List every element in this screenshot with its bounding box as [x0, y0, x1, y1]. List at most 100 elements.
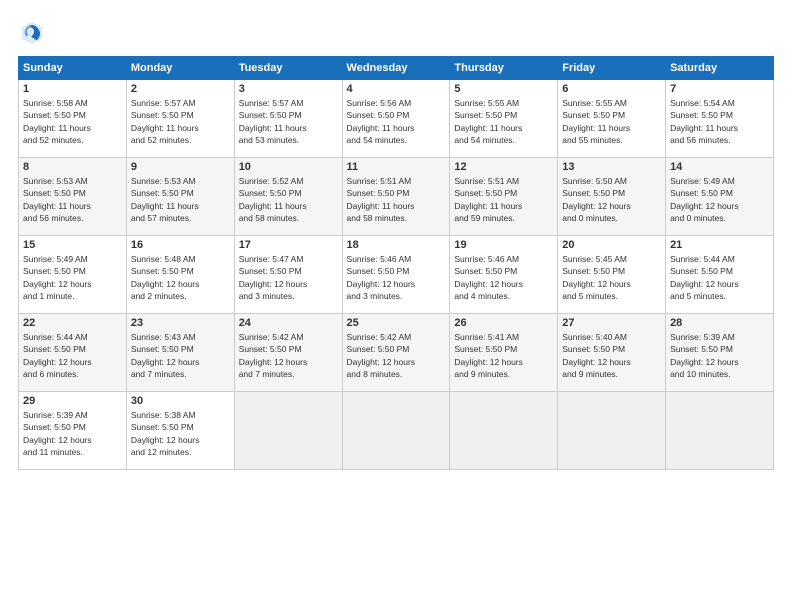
- cell-detail: Sunrise: 5:57 AM Sunset: 5:50 PM Dayligh…: [131, 97, 230, 146]
- cell-detail: Sunrise: 5:56 AM Sunset: 5:50 PM Dayligh…: [347, 97, 446, 146]
- cell-detail: Sunrise: 5:57 AM Sunset: 5:50 PM Dayligh…: [239, 97, 338, 146]
- col-header-wednesday: Wednesday: [342, 57, 450, 80]
- cell-detail: Sunrise: 5:39 AM Sunset: 5:50 PM Dayligh…: [670, 331, 769, 380]
- header: [18, 18, 774, 46]
- cell-detail: Sunrise: 5:49 AM Sunset: 5:50 PM Dayligh…: [23, 253, 122, 302]
- cell-detail: Sunrise: 5:42 AM Sunset: 5:50 PM Dayligh…: [347, 331, 446, 380]
- calendar-cell: 11 Sunrise: 5:51 AM Sunset: 5:50 PM Dayli…: [342, 158, 450, 236]
- calendar-cell: 12 Sunrise: 5:51 AM Sunset: 5:50 PM Dayli…: [450, 158, 558, 236]
- col-header-tuesday: Tuesday: [234, 57, 342, 80]
- header-row: SundayMondayTuesdayWednesdayThursdayFrid…: [19, 57, 774, 80]
- calendar-cell: 23 Sunrise: 5:43 AM Sunset: 5:50 PM Dayli…: [126, 314, 234, 392]
- calendar-cell: 20 Sunrise: 5:45 AM Sunset: 5:50 PM Dayli…: [558, 236, 666, 314]
- cell-detail: Sunrise: 5:42 AM Sunset: 5:50 PM Dayligh…: [239, 331, 338, 380]
- cell-detail: Sunrise: 5:44 AM Sunset: 5:50 PM Dayligh…: [23, 331, 122, 380]
- logo-icon: [18, 18, 46, 46]
- calendar-cell: [558, 392, 666, 470]
- day-number: 30: [131, 395, 230, 407]
- cell-detail: Sunrise: 5:46 AM Sunset: 5:50 PM Dayligh…: [347, 253, 446, 302]
- day-number: 19: [454, 239, 553, 251]
- cell-detail: Sunrise: 5:55 AM Sunset: 5:50 PM Dayligh…: [454, 97, 553, 146]
- cell-detail: Sunrise: 5:58 AM Sunset: 5:50 PM Dayligh…: [23, 97, 122, 146]
- calendar-cell: 1 Sunrise: 5:58 AM Sunset: 5:50 PM Daylig…: [19, 80, 127, 158]
- cell-detail: Sunrise: 5:52 AM Sunset: 5:50 PM Dayligh…: [239, 175, 338, 224]
- page: SundayMondayTuesdayWednesdayThursdayFrid…: [0, 0, 792, 612]
- cell-detail: Sunrise: 5:46 AM Sunset: 5:50 PM Dayligh…: [454, 253, 553, 302]
- calendar-cell: 3 Sunrise: 5:57 AM Sunset: 5:50 PM Daylig…: [234, 80, 342, 158]
- cell-detail: Sunrise: 5:53 AM Sunset: 5:50 PM Dayligh…: [131, 175, 230, 224]
- cell-detail: Sunrise: 5:53 AM Sunset: 5:50 PM Dayligh…: [23, 175, 122, 224]
- cell-detail: Sunrise: 5:45 AM Sunset: 5:50 PM Dayligh…: [562, 253, 661, 302]
- calendar-cell: 2 Sunrise: 5:57 AM Sunset: 5:50 PM Daylig…: [126, 80, 234, 158]
- cell-detail: Sunrise: 5:54 AM Sunset: 5:50 PM Dayligh…: [670, 97, 769, 146]
- day-number: 14: [670, 161, 769, 173]
- cell-detail: Sunrise: 5:38 AM Sunset: 5:50 PM Dayligh…: [131, 409, 230, 458]
- day-number: 24: [239, 317, 338, 329]
- day-number: 2: [131, 83, 230, 95]
- day-number: 26: [454, 317, 553, 329]
- calendar-cell: [342, 392, 450, 470]
- calendar-cell: 10Sunrise: 5:52 AM Sunset: 5:50 PM Dayli…: [234, 158, 342, 236]
- cell-detail: Sunrise: 5:39 AM Sunset: 5:50 PM Dayligh…: [23, 409, 122, 458]
- day-number: 23: [131, 317, 230, 329]
- calendar-cell: 17Sunrise: 5:47 AM Sunset: 5:50 PM Dayli…: [234, 236, 342, 314]
- calendar-table: SundayMondayTuesdayWednesdayThursdayFrid…: [18, 56, 774, 470]
- calendar-cell: 26 Sunrise: 5:41 AM Sunset: 5:50 PM Dayli…: [450, 314, 558, 392]
- calendar-cell: 13 Sunrise: 5:50 AM Sunset: 5:50 PM Dayli…: [558, 158, 666, 236]
- day-number: 13: [562, 161, 661, 173]
- calendar-cell: 16Sunrise: 5:48 AM Sunset: 5:50 PM Dayli…: [126, 236, 234, 314]
- calendar-cell: 8Sunrise: 5:53 AM Sunset: 5:50 PM Daylig…: [19, 158, 127, 236]
- day-number: 15: [23, 239, 122, 251]
- day-number: 9: [131, 161, 230, 173]
- calendar-cell: 24 Sunrise: 5:42 AM Sunset: 5:50 PM Dayli…: [234, 314, 342, 392]
- calendar-cell: 25Sunrise: 5:42 AM Sunset: 5:50 PM Dayli…: [342, 314, 450, 392]
- calendar-cell: 18 Sunrise: 5:46 AM Sunset: 5:50 PM Dayli…: [342, 236, 450, 314]
- col-header-monday: Monday: [126, 57, 234, 80]
- cell-detail: Sunrise: 5:51 AM Sunset: 5:50 PM Dayligh…: [347, 175, 446, 224]
- calendar-cell: 28 Sunrise: 5:39 AM Sunset: 5:50 PM Dayli…: [666, 314, 774, 392]
- col-header-sunday: Sunday: [19, 57, 127, 80]
- day-number: 28: [670, 317, 769, 329]
- day-number: 4: [347, 83, 446, 95]
- calendar-cell: [234, 392, 342, 470]
- day-number: 7: [670, 83, 769, 95]
- calendar-cell: 27Sunrise: 5:40 AM Sunset: 5:50 PM Dayli…: [558, 314, 666, 392]
- calendar-cell: 30 Sunrise: 5:38 AM Sunset: 5:50 PM Dayli…: [126, 392, 234, 470]
- day-number: 3: [239, 83, 338, 95]
- col-header-friday: Friday: [558, 57, 666, 80]
- calendar-cell: 9 Sunrise: 5:53 AM Sunset: 5:50 PM Daylig…: [126, 158, 234, 236]
- calendar-cell: 4 Sunrise: 5:56 AM Sunset: 5:50 PM Daylig…: [342, 80, 450, 158]
- col-header-thursday: Thursday: [450, 57, 558, 80]
- cell-detail: Sunrise: 5:49 AM Sunset: 5:50 PM Dayligh…: [670, 175, 769, 224]
- cell-detail: Sunrise: 5:50 AM Sunset: 5:50 PM Dayligh…: [562, 175, 661, 224]
- day-number: 21: [670, 239, 769, 251]
- day-number: 5: [454, 83, 553, 95]
- day-number: 12: [454, 161, 553, 173]
- day-number: 17: [239, 239, 338, 251]
- day-number: 22: [23, 317, 122, 329]
- day-number: 1: [23, 83, 122, 95]
- calendar-cell: 29 Sunrise: 5:39 AM Sunset: 5:50 PM Dayli…: [19, 392, 127, 470]
- cell-detail: Sunrise: 5:41 AM Sunset: 5:50 PM Dayligh…: [454, 331, 553, 380]
- calendar-cell: [666, 392, 774, 470]
- day-number: 18: [347, 239, 446, 251]
- day-number: 20: [562, 239, 661, 251]
- cell-detail: Sunrise: 5:40 AM Sunset: 5:50 PM Dayligh…: [562, 331, 661, 380]
- day-number: 16: [131, 239, 230, 251]
- cell-detail: Sunrise: 5:55 AM Sunset: 5:50 PM Dayligh…: [562, 97, 661, 146]
- day-number: 6: [562, 83, 661, 95]
- calendar-cell: [450, 392, 558, 470]
- week-row-5: 29 Sunrise: 5:39 AM Sunset: 5:50 PM Dayli…: [19, 392, 774, 470]
- calendar-cell: 6 Sunrise: 5:55 AM Sunset: 5:50 PM Daylig…: [558, 80, 666, 158]
- cell-detail: Sunrise: 5:44 AM Sunset: 5:50 PM Dayligh…: [670, 253, 769, 302]
- cell-detail: Sunrise: 5:51 AM Sunset: 5:50 PM Dayligh…: [454, 175, 553, 224]
- week-row-4: 22 Sunrise: 5:44 AM Sunset: 5:50 PM Dayli…: [19, 314, 774, 392]
- calendar-cell: 14 Sunrise: 5:49 AM Sunset: 5:50 PM Dayli…: [666, 158, 774, 236]
- calendar-cell: 5 Sunrise: 5:55 AM Sunset: 5:50 PM Daylig…: [450, 80, 558, 158]
- day-number: 11: [347, 161, 446, 173]
- week-row-3: 15 Sunrise: 5:49 AM Sunset: 5:50 PM Dayli…: [19, 236, 774, 314]
- calendar-cell: 19 Sunrise: 5:46 AM Sunset: 5:50 PM Dayli…: [450, 236, 558, 314]
- col-header-saturday: Saturday: [666, 57, 774, 80]
- day-number: 29: [23, 395, 122, 407]
- cell-detail: Sunrise: 5:43 AM Sunset: 5:50 PM Dayligh…: [131, 331, 230, 380]
